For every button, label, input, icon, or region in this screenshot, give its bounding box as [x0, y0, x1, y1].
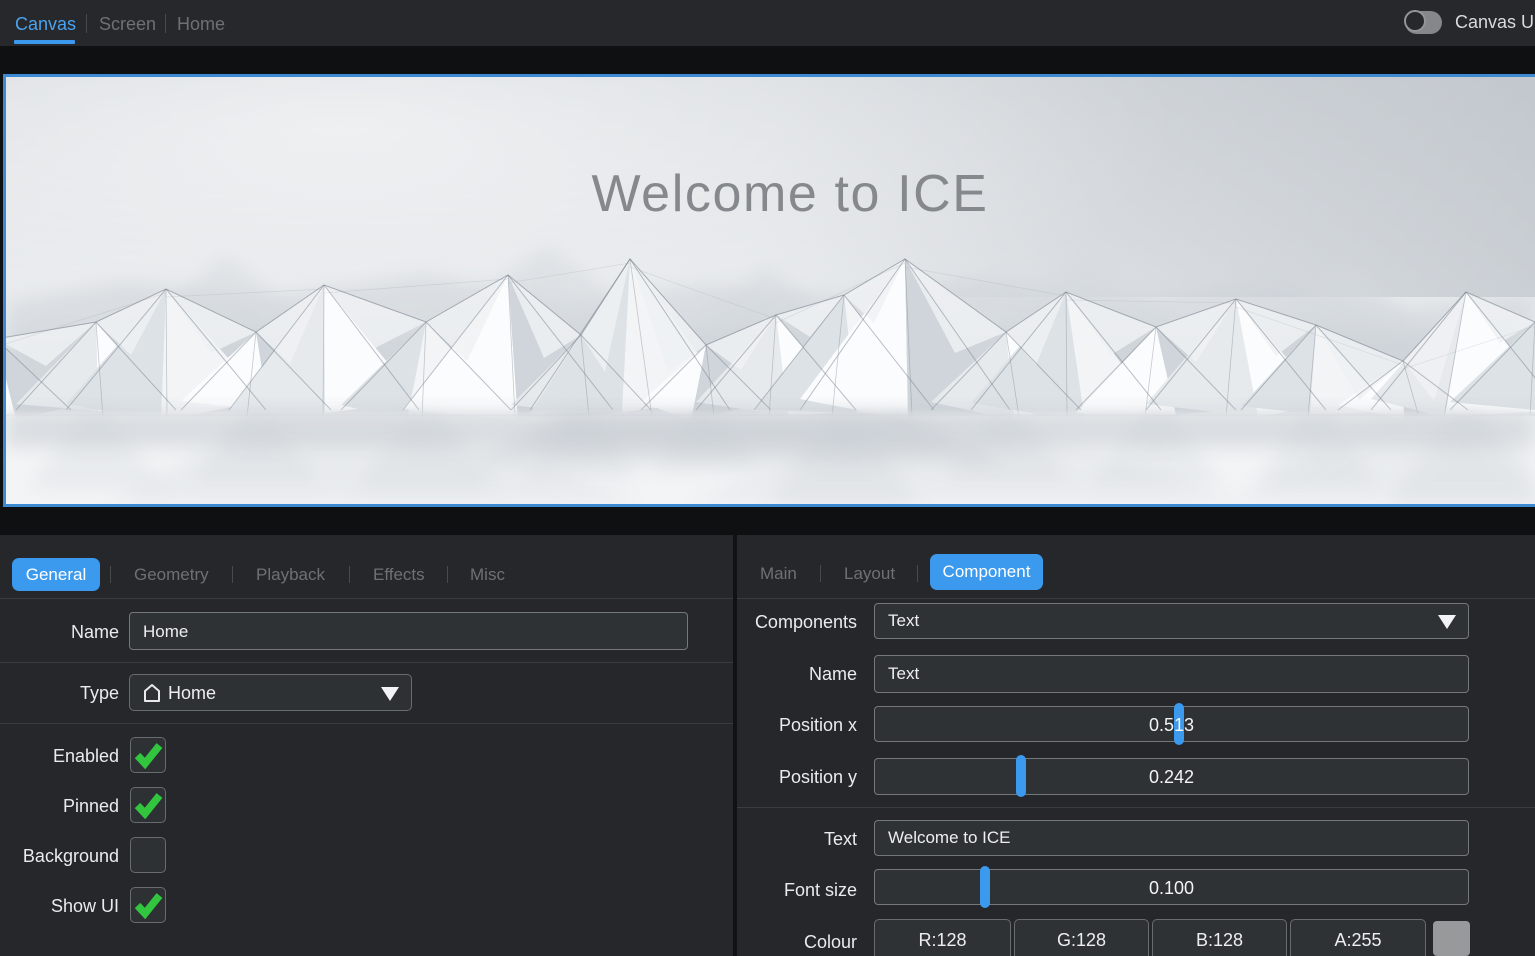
svg-text:Welcome to ICE: Welcome to ICE	[591, 165, 988, 223]
